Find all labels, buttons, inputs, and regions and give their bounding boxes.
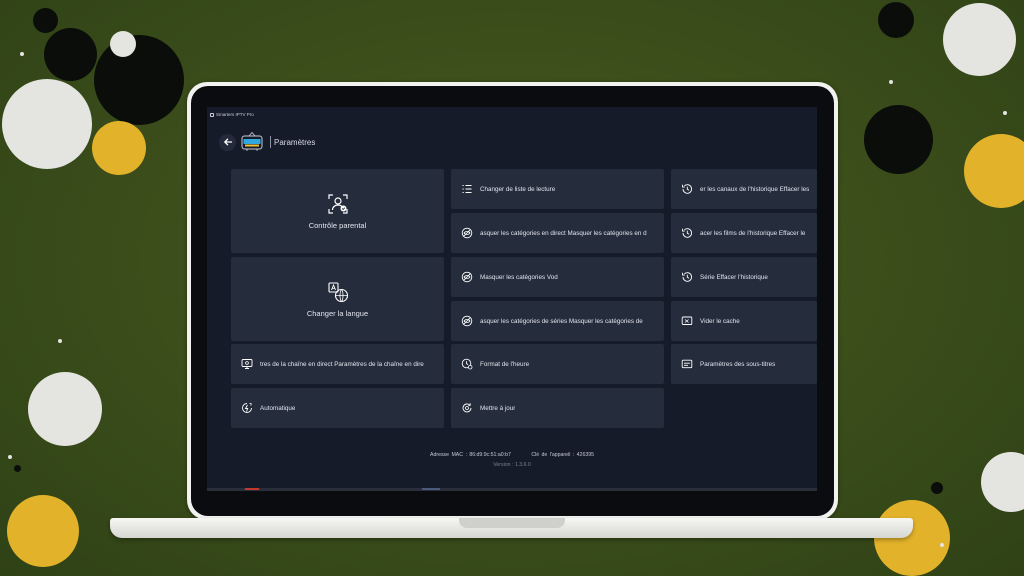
clear-cache-icon	[681, 316, 693, 325]
subtitle-settings-tile[interactable]: Paramètres des sous-titres	[671, 344, 817, 384]
decorative-dot	[981, 452, 1024, 512]
app-icon	[210, 112, 214, 117]
update-tile[interactable]: Mettre à jour	[451, 388, 664, 428]
decorative-dot	[7, 495, 79, 567]
mac-address: Adresse MAC : 86:d9:9c:51:a0:b7	[430, 452, 511, 458]
app-version: Version : 1.3.6.0	[493, 462, 531, 468]
decorative-dot	[931, 482, 943, 494]
tile-label: tres de la chaîne en direct Paramètres d…	[260, 360, 424, 368]
back-button[interactable]	[219, 133, 236, 151]
list-icon	[462, 185, 472, 193]
clock-settings-icon	[461, 358, 473, 370]
clear-cache-tile[interactable]: Vider le cache	[671, 301, 817, 341]
history-icon	[682, 228, 693, 238]
tile-label: acer les films de l'historique Effacer l…	[700, 229, 806, 237]
arrow-left-icon	[223, 138, 232, 146]
tile-label: asquer les catégories de séries Masquer …	[480, 317, 643, 325]
auto-icon	[242, 402, 252, 413]
hide-live-categories-tile[interactable]: asquer les catégories en direct Masquer …	[451, 213, 664, 253]
decorative-dot	[94, 35, 184, 125]
decorative-dot	[874, 500, 950, 576]
tile-label: Vider le cache	[700, 317, 740, 325]
screen-bottom-bar	[207, 488, 817, 491]
window-title: Smarters IPTV Pro	[216, 112, 254, 117]
device-key: Clé de l'appareil : 426395	[531, 452, 594, 458]
eye-off-icon	[461, 315, 473, 327]
decorative-dot	[964, 134, 1024, 208]
decorative-dot	[28, 372, 102, 446]
page-header: Paramètres	[219, 130, 315, 154]
decorative-dot	[20, 52, 24, 56]
app-screen: Smarters IPTV Pro Paramètres Contrôle pa…	[207, 107, 817, 491]
tile-label: Changer la langue	[306, 309, 369, 318]
header-divider	[270, 136, 271, 148]
clear-channels-history-tile[interactable]: er les canaux de l'historique Effacer le…	[671, 169, 817, 209]
window-titlebar: Smarters IPTV Pro	[207, 110, 254, 119]
decorative-dot	[864, 105, 933, 174]
clear-movies-history-tile[interactable]: acer les films de l'historique Effacer l…	[671, 213, 817, 253]
hide-series-categories-tile[interactable]: asquer les catégories de séries Masquer …	[451, 301, 664, 341]
hide-vod-categories-tile[interactable]: Masquer les catégories Vod	[451, 257, 664, 297]
change-playlist-tile[interactable]: Changer de liste de lecture	[451, 169, 664, 209]
eye-off-icon	[461, 271, 473, 283]
laptop-notch	[459, 518, 565, 528]
decorative-dot	[110, 31, 136, 57]
decorative-dot	[14, 465, 21, 472]
change-language-tile[interactable]: Changer la langue	[231, 257, 444, 341]
device-info: Adresse MAC : 86:d9:9c:51:a0:b7 Clé de l…	[207, 452, 817, 458]
tile-label: asquer les catégories en direct Masquer …	[480, 229, 647, 237]
bottom-accent-red	[245, 488, 259, 490]
history-icon	[682, 272, 693, 282]
tile-label: Format de l'heure	[480, 360, 530, 368]
smarters-tv-logo	[240, 131, 264, 153]
tile-label: er les canaux de l'historique Effacer le…	[700, 185, 810, 193]
tile-label: Série Effacer l'historique	[700, 273, 768, 281]
eye-off-icon	[461, 227, 473, 239]
decorative-dot	[1003, 111, 1007, 115]
tile-label: Mettre à jour	[480, 404, 516, 412]
tile-label: Contrôle parental	[308, 221, 367, 230]
tile-label: Changer de liste de lecture	[480, 185, 556, 193]
history-icon	[682, 184, 693, 194]
tv-settings-icon	[241, 359, 253, 369]
time-format-tile[interactable]: Format de l'heure	[451, 344, 664, 384]
translate-icon	[327, 282, 348, 303]
decorative-dot	[33, 8, 58, 33]
decorative-dot	[878, 2, 914, 38]
decorative-dot	[889, 80, 893, 84]
automatic-tile[interactable]: Automatique	[231, 388, 444, 428]
decorative-dot	[943, 3, 1016, 76]
subtitles-icon	[681, 359, 693, 369]
decorative-dot	[44, 28, 97, 81]
decorative-dot	[940, 543, 944, 547]
tile-label: Automatique	[260, 404, 296, 412]
decorative-dot	[2, 79, 92, 169]
parental-control-tile[interactable]: Contrôle parental	[231, 169, 444, 253]
page-title: Paramètres	[274, 137, 316, 147]
bottom-accent-blue	[422, 488, 440, 490]
update-icon	[462, 403, 472, 413]
parental-control-icon	[327, 194, 348, 214]
decorative-dot	[8, 455, 12, 459]
decorative-dot	[58, 339, 62, 343]
clear-series-history-tile[interactable]: Série Effacer l'historique	[671, 257, 817, 297]
decorative-dot	[92, 121, 146, 175]
tile-label: Masquer les catégories Vod	[480, 273, 558, 281]
live-channel-settings-tile[interactable]: tres de la chaîne en direct Paramètres d…	[231, 344, 444, 384]
tile-label: Paramètres des sous-titres	[700, 360, 776, 368]
